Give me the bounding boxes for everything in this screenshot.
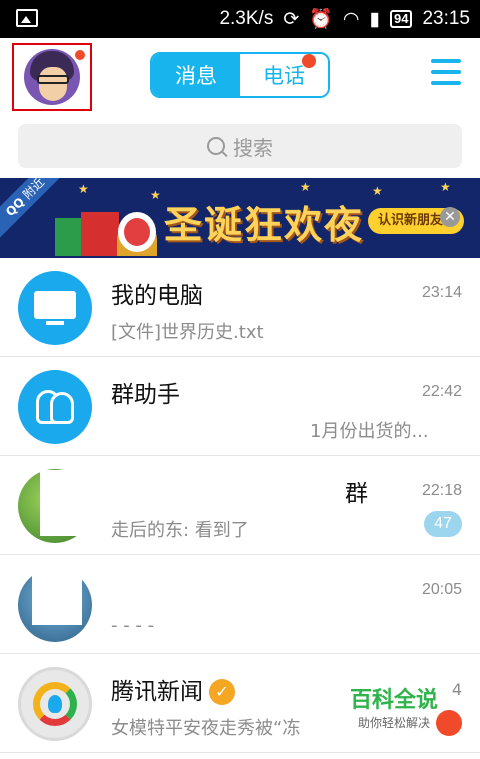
battery-icon: 94	[389, 10, 413, 28]
chat-time: 23:14	[421, 284, 462, 301]
clock: 23:15	[422, 8, 470, 29]
avatar-notification-dot	[74, 49, 86, 61]
header: 消息 电话	[0, 38, 480, 116]
network-speed: 2.3K/s	[219, 8, 274, 29]
profile-avatar-button[interactable]	[12, 43, 92, 111]
sync-icon: ⟳	[283, 8, 300, 30]
computer-icon	[18, 271, 92, 345]
chat-name: 群	[345, 481, 368, 507]
unread-badge: 47	[424, 511, 462, 537]
list-item[interactable]: 群 22:18 走后的东: 看到了 47	[0, 456, 480, 555]
santa-illustration	[118, 212, 156, 252]
watermark-logo: 百科全说 助你轻松解决	[350, 682, 438, 731]
chat-preview: 1月份出货的...	[310, 421, 429, 442]
avatar	[24, 49, 80, 105]
search-placeholder: 搜索	[233, 135, 273, 160]
list-item[interactable]: 20:05 - - - -	[0, 555, 480, 654]
group-helper-icon	[18, 370, 92, 444]
chat-preview: 走后的东: 看到了	[111, 520, 249, 541]
chat-preview: 女模特平安夜走秀被“冻	[111, 718, 301, 739]
search-icon	[207, 137, 225, 155]
menu-icon[interactable]	[431, 59, 461, 87]
status-right: 2.3K/s ⟳ ⏰ ◠ ▮ 94 23:15	[219, 0, 470, 38]
chat-name: 群助手	[111, 382, 180, 408]
unread-dot	[436, 710, 462, 736]
verified-icon: ✓	[209, 679, 235, 705]
list-item[interactable]: 群助手 22:42 1月份出货的...	[0, 357, 480, 456]
chat-time: 22:18	[421, 482, 462, 499]
image-notification-icon	[16, 9, 38, 27]
close-icon[interactable]: ✕	[440, 207, 460, 227]
status-left	[16, 9, 38, 27]
chat-time: 20:05	[421, 581, 462, 598]
chat-time: 22:42	[421, 383, 462, 400]
chat-list: 我的电脑 23:14 [文件]世界历史.txt 群助手 22:42 1月份出货的…	[0, 258, 480, 753]
chat-preview: [文件]世界历史.txt	[111, 322, 264, 343]
list-item[interactable]: 我的电脑 23:14 [文件]世界历史.txt	[0, 258, 480, 357]
calls-notification-dot	[302, 54, 316, 68]
chat-name: 腾讯新闻 ✓	[111, 672, 235, 706]
chat-name: 我的电脑	[111, 283, 203, 309]
wifi-icon: ◠	[342, 8, 360, 30]
chat-time: 4	[451, 680, 462, 699]
status-bar: 2.3K/s ⟳ ⏰ ◠ ▮ 94 23:15	[0, 0, 480, 38]
tab-messages[interactable]: 消息	[152, 54, 240, 96]
watermark-title: 百科全说	[350, 688, 439, 713]
search-bar[interactable]: 搜索	[18, 124, 462, 168]
alarm-icon: ⏰	[309, 9, 333, 30]
tencent-news-icon	[18, 667, 92, 741]
redaction	[32, 565, 82, 625]
banner-title: 圣诞狂欢夜	[164, 203, 365, 247]
redaction	[40, 470, 100, 536]
watermark-subtitle: 助你轻松解决	[358, 716, 431, 730]
signal-icon: ▮	[369, 8, 380, 30]
christmas-banner[interactable]: QQ附近 ★ ★ ★ ★ ★ 圣诞狂欢夜 认识新朋友 ✕	[0, 178, 480, 258]
chat-preview: - - - -	[111, 615, 155, 636]
